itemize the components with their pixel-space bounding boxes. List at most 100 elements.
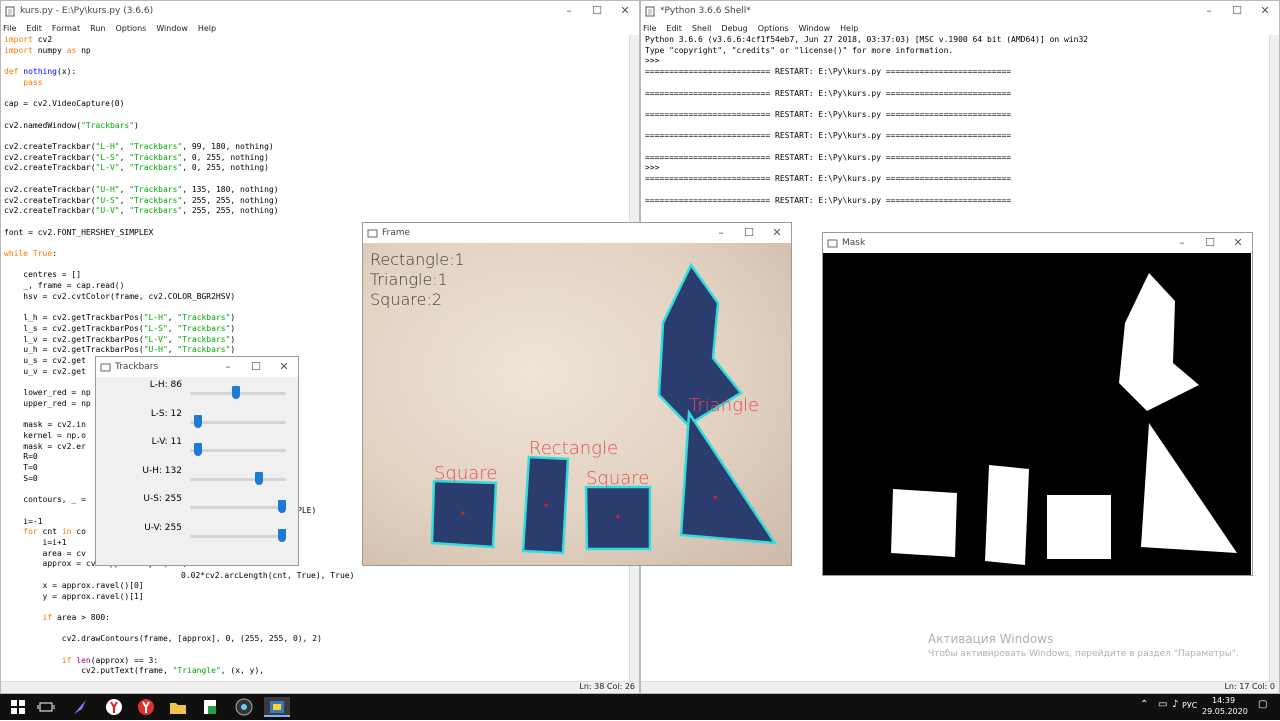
mask-square-right (1047, 495, 1111, 559)
trackbar-label: U-H: 132 (142, 465, 182, 476)
shell-status-text: Ln: 17 Col: 0 (1224, 682, 1275, 691)
minimize-button[interactable]: – (1195, 1, 1223, 21)
menu-edit[interactable]: Edit (666, 24, 682, 33)
trackbar-row: L-S: 12 (96, 406, 298, 435)
mask-titlebar[interactable]: Mask – ☐ ✕ (823, 233, 1252, 253)
python-idle-icon[interactable] (264, 697, 290, 717)
shell-title: *Python 3.6.6 Shell* (660, 6, 751, 16)
trackbar-slider[interactable] (190, 528, 286, 542)
close-button[interactable]: ✕ (1224, 233, 1252, 253)
trackbar-slider[interactable] (190, 386, 286, 399)
shell-titlebar[interactable]: *Python 3.6.6 Shell* – ☐ ✕ (641, 1, 1279, 21)
yandex-browser-alt-icon[interactable] (136, 697, 156, 717)
code-ple-fragment: PLE) (297, 506, 317, 515)
tray-date[interactable]: 29.05.2020 (1202, 707, 1248, 716)
task-view-icon[interactable] (36, 697, 56, 717)
shell-file-icon (645, 6, 656, 17)
trackbar-slider[interactable] (190, 414, 286, 428)
maximize-button[interactable]: ☐ (583, 1, 611, 21)
maximize-button[interactable]: ☐ (242, 357, 270, 377)
menu-options[interactable]: Options (758, 24, 789, 33)
menu-options[interactable]: Options (115, 24, 146, 33)
label-square-right: Square (586, 468, 650, 489)
menu-help[interactable]: Help (198, 24, 216, 33)
yandex-browser-icon[interactable] (104, 697, 124, 717)
shell-menubar: File Edit Shell Debug Options Window Hel… (641, 21, 1279, 35)
menu-window[interactable]: Window (156, 24, 188, 33)
close-button[interactable]: ✕ (1251, 1, 1279, 21)
trackbars-window: Trackbars – ☐ ✕ L-H: 86 L-S: 12 L-V: 11 U-H… (95, 356, 299, 566)
menu-run[interactable]: Run (90, 24, 105, 33)
feather-app-icon[interactable] (70, 697, 90, 717)
close-button[interactable]: ✕ (763, 223, 791, 243)
close-button[interactable]: ✕ (611, 1, 639, 21)
notification-icon[interactable]: ▢ (1258, 699, 1267, 710)
label-triangle: Triangle (689, 395, 760, 416)
trackbar-label: L-V: 11 (151, 437, 182, 447)
idle-file-icon (5, 6, 16, 17)
shell-output[interactable]: Python 3.6.6 (v3.6.6:4cf1f54eb7, Jun 27 … (641, 35, 1279, 206)
trackbar-thumb[interactable] (254, 471, 263, 485)
shell-statusbar: Ln: 17 Col: 0 (641, 681, 1279, 693)
shell-scrollbar[interactable] (1269, 35, 1279, 681)
tray-network-icon[interactable]: ▭ (1158, 699, 1167, 710)
menu-debug[interactable]: Debug (721, 24, 747, 33)
minimize-button[interactable]: – (1168, 233, 1196, 253)
mask-l-shape (1119, 273, 1199, 411)
tray-language[interactable]: РУС (1182, 701, 1197, 710)
menu-window[interactable]: Window (799, 24, 831, 33)
menu-shell[interactable]: Shell (692, 24, 712, 33)
menu-help[interactable]: Help (840, 24, 858, 33)
trackbar-row: U-S: 255 (96, 491, 298, 520)
start-windows-icon[interactable] (8, 697, 28, 717)
shell-restart-line: ========================== RESTART: E:\P… (645, 131, 1012, 141)
menu-file[interactable]: File (3, 24, 16, 33)
trackbars-titlebar[interactable]: Trackbars – ☐ ✕ (96, 357, 298, 377)
trackbar-list: L-H: 86 L-S: 12 L-V: 11 U-H: 132 U-S: 255 U-V… (96, 377, 298, 565)
activation-watermark-text: Чтобы активировать Windows, перейдите в … (928, 649, 1239, 659)
maximize-button[interactable]: ☐ (1223, 1, 1251, 21)
close-button[interactable]: ✕ (270, 357, 298, 377)
minimize-button[interactable]: – (707, 223, 735, 243)
menu-edit[interactable]: Edit (26, 24, 42, 33)
trackbar-thumb[interactable] (194, 414, 203, 428)
triangle-contour (679, 409, 778, 545)
minimize-button[interactable]: – (555, 1, 583, 21)
file-explorer-icon[interactable] (168, 697, 188, 717)
activation-watermark-title: Активация Windows (928, 632, 1054, 646)
maximize-button[interactable]: ☐ (1196, 233, 1224, 253)
label-square-left: Square (434, 463, 498, 484)
tray-time[interactable]: 14:39 (1212, 696, 1235, 705)
opencv-window-icon (827, 238, 838, 249)
trackbar-thumb[interactable] (193, 443, 202, 456)
webcam-app-icon[interactable] (234, 697, 254, 717)
trackbar-thumb[interactable] (278, 500, 286, 513)
trackbar-slider[interactable] (190, 471, 286, 485)
trackbar-slider[interactable] (190, 443, 286, 456)
tray-volume-icon[interactable]: ♪ (1172, 699, 1178, 710)
shell-restart-line: ========================== RESTART: E:\P… (645, 109, 1012, 119)
menu-format[interactable]: Format (52, 24, 80, 33)
count-square: Square:2 (370, 290, 442, 309)
trackbar-thumb[interactable] (232, 386, 241, 399)
frame-titlebar[interactable]: Frame – ☐ ✕ (363, 223, 791, 243)
trackbar-label: L-S: 12 (150, 408, 182, 419)
minimize-button[interactable]: – (214, 357, 242, 377)
trackbar-row: U-V: 255 (96, 520, 298, 549)
shell-restart-line: ========================== RESTART: E:\P… (645, 88, 1012, 98)
trackbar-thumb[interactable] (278, 528, 286, 542)
maximize-button[interactable]: ☐ (735, 223, 763, 243)
shell-restart-line: ========================== RESTART: E:\P… (645, 152, 1012, 162)
menu-file[interactable]: File (643, 24, 656, 33)
label-rectangle: Rectangle (529, 438, 619, 459)
trackbar-row: L-V: 11 (96, 434, 298, 463)
document-app-icon[interactable] (200, 697, 220, 717)
trackbar-row: U-H: 132 (96, 463, 298, 492)
trackbar-slider[interactable] (190, 500, 286, 513)
frame-title: Frame (382, 228, 411, 238)
tray-chevron-icon[interactable]: ⌃ (1140, 699, 1148, 710)
editor-titlebar[interactable]: kurs.py - E:\Py\kurs.py (3.6.6) – ☐ ✕ (1, 1, 639, 21)
trackbar-label: L-H: 86 (149, 380, 182, 390)
shell-banner-line: Python 3.6.6 (v3.6.6:4cf1f54eb7, Jun 27 … (645, 35, 1089, 44)
rectangle-center (544, 503, 548, 507)
